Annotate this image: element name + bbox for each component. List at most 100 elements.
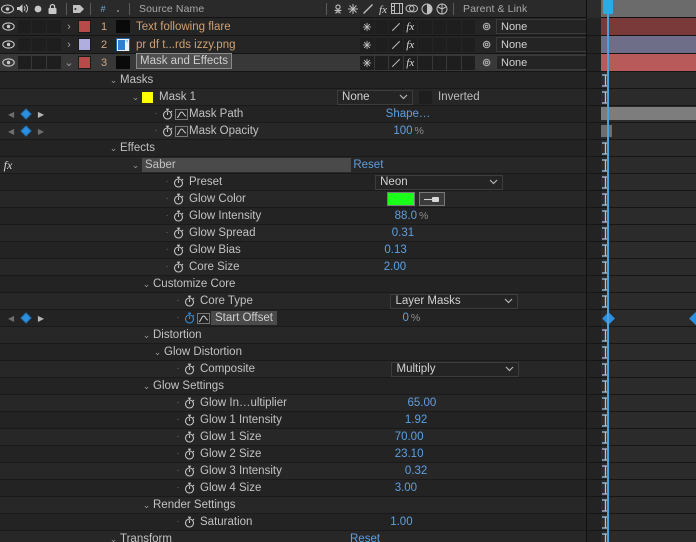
collapse-transform-icon[interactable] [346, 0, 361, 18]
property-name[interactable]: Effects [120, 142, 155, 154]
property-value[interactable]: 23.10 [395, 448, 424, 460]
reset-link[interactable]: Reset [353, 159, 383, 171]
prev-keyframe-arrow[interactable]: ◀ [8, 110, 14, 119]
property-value[interactable]: Shape… [386, 108, 431, 120]
property-name[interactable]: Glow Settings [153, 380, 224, 392]
property-value-cell[interactable] [385, 192, 535, 206]
stopwatch-icon[interactable] [161, 125, 174, 137]
stopwatch-icon[interactable] [183, 363, 196, 375]
next-keyframe-arrow[interactable]: ▶ [38, 127, 44, 136]
property-name[interactable]: Glow 2 Size [200, 448, 261, 460]
shy-icon[interactable] [331, 0, 346, 18]
timeline-layer-row[interactable] [587, 36, 696, 54]
property-twirl-arrow[interactable]: ⌄ [129, 92, 142, 103]
layer-twirl-arrow[interactable]: › [62, 39, 76, 51]
mask-color-swatch[interactable] [142, 91, 153, 103]
property-name[interactable]: Glow 1 Intensity [200, 414, 282, 426]
next-keyframe-arrow[interactable]: ▶ [38, 110, 44, 119]
layer-collapse-switch[interactable] [374, 19, 388, 34]
property-value[interactable]: 0.31 [392, 227, 414, 239]
prev-keyframe-arrow[interactable]: ◀ [8, 127, 14, 136]
layer-quality-switch[interactable] [389, 55, 403, 70]
property-duration-bar[interactable] [601, 107, 696, 120]
property-name[interactable]: Core Type [200, 295, 253, 307]
layer-twirl-arrow[interactable]: ⌄ [62, 56, 76, 69]
timeline-property-row[interactable] [587, 310, 696, 327]
property-value-cell[interactable]: 100% [391, 125, 541, 137]
keyframe-navigator[interactable]: ◀ ▶ [0, 125, 52, 137]
property-dropdown[interactable]: Layer Masks [390, 293, 519, 309]
mask-inverted-checkbox[interactable] [419, 90, 433, 104]
stopwatch-icon[interactable] [172, 176, 185, 188]
layer-collapse-switch[interactable] [374, 55, 388, 70]
timeline-property-row[interactable] [587, 259, 696, 276]
property-name[interactable]: Glow Intensity [189, 210, 261, 222]
stopwatch-icon[interactable] [183, 295, 196, 307]
stopwatch-icon[interactable] [172, 210, 185, 222]
graph-editor-icon[interactable] [174, 125, 189, 137]
property-value-cell[interactable]: 88.0% [393, 210, 543, 222]
property-value-cell[interactable]: Layer Masks [388, 293, 538, 309]
stopwatch-icon[interactable] [183, 516, 196, 528]
effect-fx-icon[interactable]: fx [0, 158, 16, 173]
stopwatch-icon[interactable] [172, 193, 185, 205]
solo-icon[interactable] [30, 0, 45, 18]
property-name[interactable]: Glow Spread [189, 227, 255, 239]
timeline-property-row[interactable] [587, 140, 696, 157]
timeline-property-row[interactable] [587, 429, 696, 446]
layer-adjustment-switch[interactable] [447, 19, 461, 34]
timeline-property-row[interactable] [587, 395, 696, 412]
layer-visibility-toggle[interactable] [0, 38, 18, 51]
property-value-cell[interactable]: 70.00 [393, 431, 543, 443]
property-value[interactable]: 88.0 [395, 210, 417, 222]
property-name[interactable]: Start Offset [211, 311, 277, 325]
property-value-cell[interactable]: Reset [348, 533, 498, 542]
stopwatch-icon[interactable] [183, 414, 196, 426]
timeline-property-row[interactable] [587, 514, 696, 531]
effects-fx-icon[interactable]: fx [375, 0, 390, 18]
graph-editor-icon[interactable] [174, 108, 189, 120]
layer-3d-switch[interactable] [461, 19, 475, 34]
layer-audio-toggle[interactable] [17, 56, 32, 69]
layer-motionblur-switch[interactable] [432, 37, 446, 52]
property-value[interactable]: 2.00 [384, 261, 406, 273]
property-value-cell[interactable]: Multiply [389, 361, 539, 377]
timeline-property-row[interactable] [587, 293, 696, 310]
property-value-cell[interactable]: 1.00 [388, 516, 538, 528]
property-value-cell[interactable]: 2.00 [382, 261, 532, 273]
property-value-cell[interactable]: Reset [351, 159, 501, 171]
layer-shy-switch[interactable] [360, 19, 374, 34]
property-name[interactable]: Distortion [153, 329, 202, 341]
timeline-property-row[interactable] [587, 123, 696, 140]
layer-frameblend-switch[interactable] [418, 37, 432, 52]
property-name[interactable]: Mask 1 [159, 91, 196, 103]
parent-link-header[interactable]: Parent & Link [458, 3, 592, 15]
3d-layer-icon[interactable] [434, 0, 449, 18]
layer-3d-switch[interactable] [461, 37, 475, 52]
property-twirl-arrow[interactable]: ⌄ [107, 534, 120, 542]
property-name[interactable]: Glow 1 Size [200, 431, 261, 443]
timeline-property-row[interactable] [587, 531, 696, 542]
timeline-property-row[interactable] [587, 89, 696, 106]
timeline-property-row[interactable] [587, 412, 696, 429]
property-value[interactable]: 3.00 [395, 482, 417, 494]
property-name[interactable]: Transform [120, 533, 172, 542]
graph-editor-icon[interactable] [196, 312, 211, 324]
property-value[interactable]: 0.13 [384, 244, 406, 256]
property-name[interactable]: Glow 4 Size [200, 482, 261, 494]
timeline-property-row[interactable] [587, 242, 696, 259]
property-name[interactable]: Glow Distortion [164, 346, 242, 358]
timeline-property-row[interactable] [587, 344, 696, 361]
property-value-cell[interactable]: 0.13 [382, 244, 532, 256]
frame-blend-icon[interactable] [390, 0, 405, 18]
property-twirl-arrow[interactable]: ⌄ [151, 347, 164, 358]
number-icon[interactable]: # [95, 0, 110, 18]
layer-quality-switch[interactable] [389, 19, 403, 34]
parent-pickwhip[interactable] [476, 38, 496, 51]
property-name[interactable]: Render Settings [153, 499, 235, 511]
prev-keyframe-arrow[interactable]: ◀ [8, 314, 14, 323]
stopwatch-icon[interactable] [161, 108, 174, 120]
layer-effects-switch[interactable]: fx [403, 19, 417, 34]
color-swatch[interactable] [386, 192, 415, 206]
property-value[interactable]: 0.32 [405, 465, 427, 477]
